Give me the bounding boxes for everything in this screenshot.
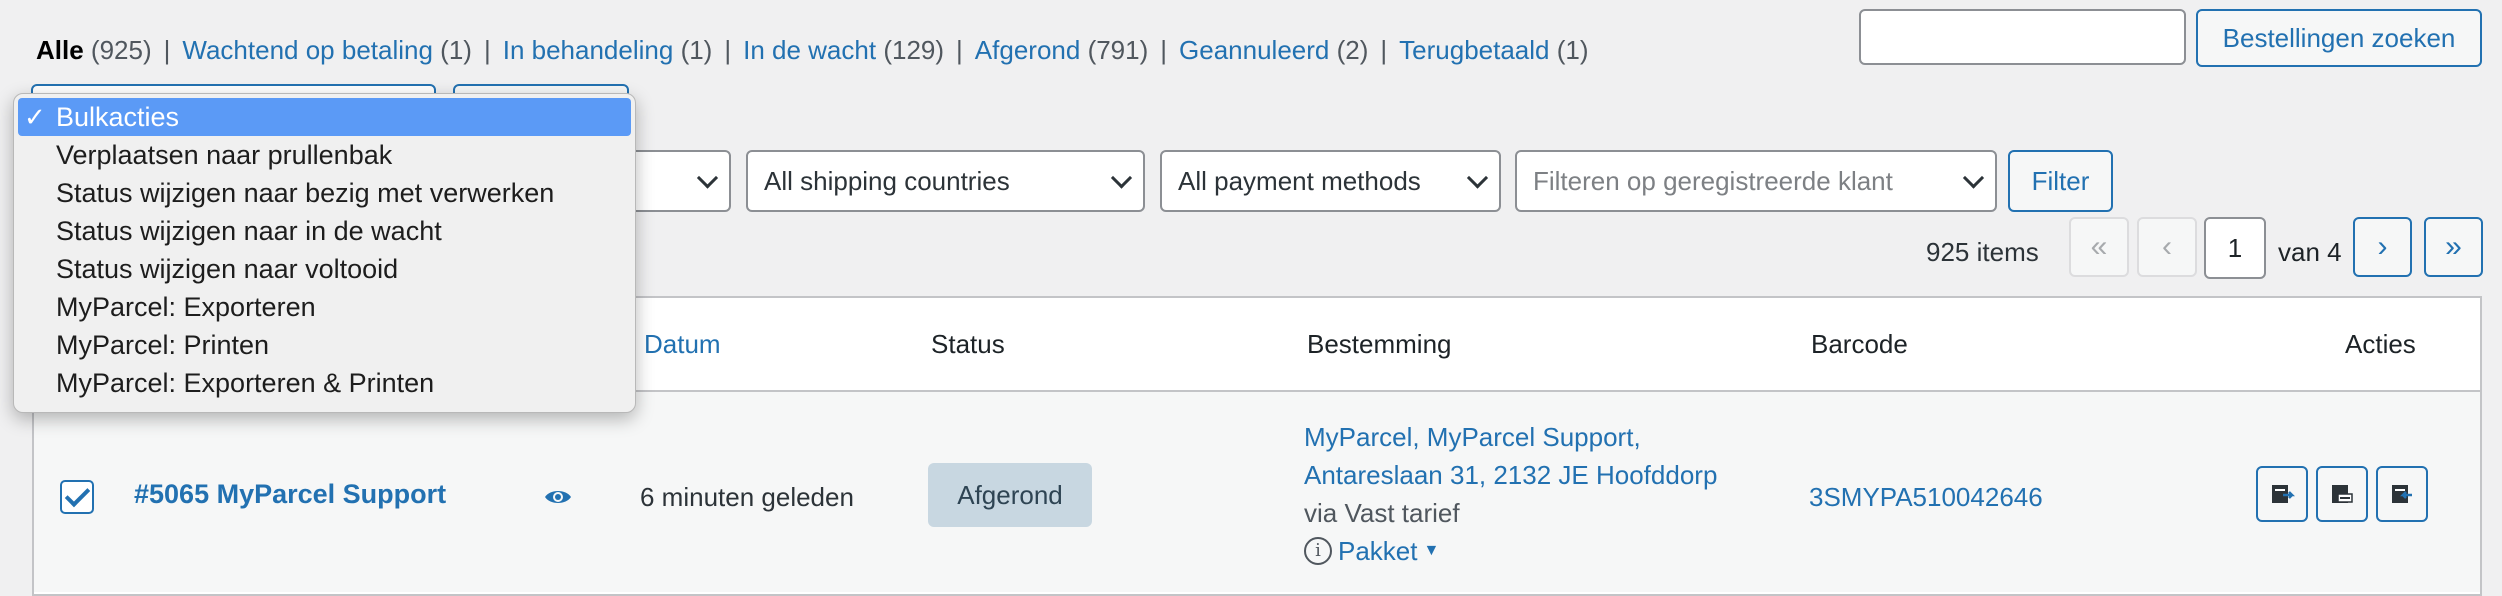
destination-address-line1[interactable]: MyParcel, MyParcel Support, <box>1304 418 1717 456</box>
destination-cell: MyParcel, MyParcel Support, Antareslaan … <box>1304 418 1717 570</box>
bulk-option-bulkacties[interactable]: ✓ Bulkacties <box>18 98 631 136</box>
separator: | <box>956 35 963 65</box>
status-filter-label[interactable]: In behandeling <box>503 35 674 65</box>
status-badge: Afgerond <box>928 463 1092 527</box>
status-filter-count: (791) <box>1087 35 1149 65</box>
status-filter-count: (925) <box>90 35 152 65</box>
package-type-toggle[interactable]: i Pakket ▼ <box>1304 532 1717 570</box>
column-header-status: Status <box>931 329 1005 359</box>
shipping-country-value: All shipping countries <box>764 165 1010 196</box>
separator: | <box>483 35 491 65</box>
status-filter-refunded[interactable]: Terugbetaald (1) <box>1399 30 1588 70</box>
status-filter-label[interactable]: In de wacht <box>743 35 876 65</box>
caret-down-icon[interactable]: ▼ <box>1424 532 1440 570</box>
row-checkbox[interactable] <box>60 480 94 514</box>
export-icon <box>2272 485 2295 503</box>
pdf-icon <box>2332 485 2353 503</box>
customer-filter-placeholder: Filteren op geregistreerde klant <box>1533 165 1893 196</box>
return-label-action-button[interactable] <box>2376 466 2428 522</box>
shipping-country-select[interactable]: All shipping countries <box>746 150 1145 212</box>
status-filter-label[interactable]: Wachtend op betaling <box>182 35 433 65</box>
package-type[interactable]: Pakket <box>1338 532 1418 570</box>
status-filter-completed[interactable]: Afgerond (791) <box>975 30 1148 70</box>
status-filter-label[interactable]: Afgerond <box>975 35 1081 65</box>
filter-button[interactable]: Filter <box>2008 150 2113 212</box>
barcode-link[interactable]: 3SMYPA510042646 <box>1809 482 2043 513</box>
column-header-date[interactable]: Datum <box>644 326 721 362</box>
shipping-method: via Vast tarief <box>1304 498 1460 528</box>
export-action-button[interactable] <box>2256 466 2308 522</box>
bulk-option-trash[interactable]: Verplaatsen naar prullenbak <box>14 136 635 174</box>
items-count: 925 items <box>1926 237 2039 267</box>
order-search-input[interactable] <box>1859 9 2186 65</box>
previous-page-button: ‹ <box>2137 217 2197 277</box>
eye-icon[interactable] <box>544 487 572 507</box>
status-filter-count: (1) <box>440 35 472 65</box>
bulk-option-processing[interactable]: Status wijzigen naar bezig met verwerken <box>14 174 635 212</box>
bulk-option-myparcel-print[interactable]: MyParcel: Printen <box>14 326 635 364</box>
order-date: 6 minuten geleden <box>640 482 854 512</box>
status-filter-label[interactable]: Alle <box>36 35 84 65</box>
status-filter-label[interactable]: Terugbetaald <box>1399 35 1549 65</box>
bulk-actions-dropdown: ✓ Bulkacties Verplaatsen naar prullenbak … <box>13 93 636 413</box>
payment-method-select[interactable]: All payment methods <box>1160 150 1501 212</box>
column-header-destination: Bestemming <box>1307 329 1452 359</box>
status-filter-label[interactable]: Geannuleerd <box>1179 35 1329 65</box>
status-filter-count: (2) <box>1336 35 1369 65</box>
bulk-option-myparcel-export[interactable]: MyParcel: Exporteren <box>14 288 635 326</box>
status-filter-on-hold[interactable]: In de wacht (129) <box>743 30 944 70</box>
chevron-down-icon <box>696 167 719 189</box>
separator: | <box>1380 35 1388 65</box>
status-filter-count: (1) <box>1556 35 1589 65</box>
option-label: Bulkacties <box>56 102 180 132</box>
bulk-option-myparcel-export-print[interactable]: MyParcel: Exporteren & Printen <box>14 364 635 402</box>
status-filter-count: (1) <box>680 35 713 65</box>
status-filter-all[interactable]: Alle (925) <box>36 30 152 70</box>
last-page-button[interactable]: » <box>2424 217 2483 277</box>
column-header-barcode: Barcode <box>1811 329 1908 359</box>
destination-address-line2[interactable]: Antareslaan 31, 2132 JE Hoofddorp <box>1304 456 1717 494</box>
separator: | <box>724 35 732 65</box>
status-filter-cancelled[interactable]: Geannuleerd (2) <box>1179 30 1368 70</box>
column-header-actions: Acties <box>2345 329 2416 359</box>
search-orders-button[interactable]: Bestellingen zoeken <box>2196 9 2482 67</box>
order-link[interactable]: #5065 MyParcel Support <box>134 479 446 510</box>
checkmark-icon: ✓ <box>24 102 46 132</box>
payment-method-value: All payment methods <box>1178 165 1421 196</box>
separator: | <box>163 35 171 65</box>
print-pdf-action-button[interactable] <box>2316 466 2368 522</box>
status-filter-pending[interactable]: Wachtend op betaling (1) <box>182 30 472 70</box>
bulk-option-on-hold[interactable]: Status wijzigen naar in de wacht <box>14 212 635 250</box>
bulk-option-completed[interactable]: Status wijzigen naar voltooid <box>14 250 635 288</box>
current-page-input[interactable]: 1 <box>2204 217 2266 279</box>
chevron-down-icon <box>1110 167 1133 189</box>
chevron-down-icon <box>1466 167 1489 189</box>
first-page-button: « <box>2069 217 2129 277</box>
status-filter-count: (129) <box>883 35 945 65</box>
return-icon <box>2392 485 2412 503</box>
chevron-down-icon <box>1962 167 1985 189</box>
status-filter-processing[interactable]: In behandeling (1) <box>503 30 713 70</box>
next-page-button[interactable]: › <box>2353 217 2412 277</box>
separator: | <box>1160 35 1168 65</box>
customer-filter-select[interactable]: Filteren op geregistreerde klant <box>1515 150 1997 212</box>
total-pages-label: van 4 <box>2278 237 2342 267</box>
info-icon: i <box>1304 537 1332 565</box>
status-filter-links: Alle (925) | Wachtend op betaling (1) | In b… <box>36 30 1589 70</box>
